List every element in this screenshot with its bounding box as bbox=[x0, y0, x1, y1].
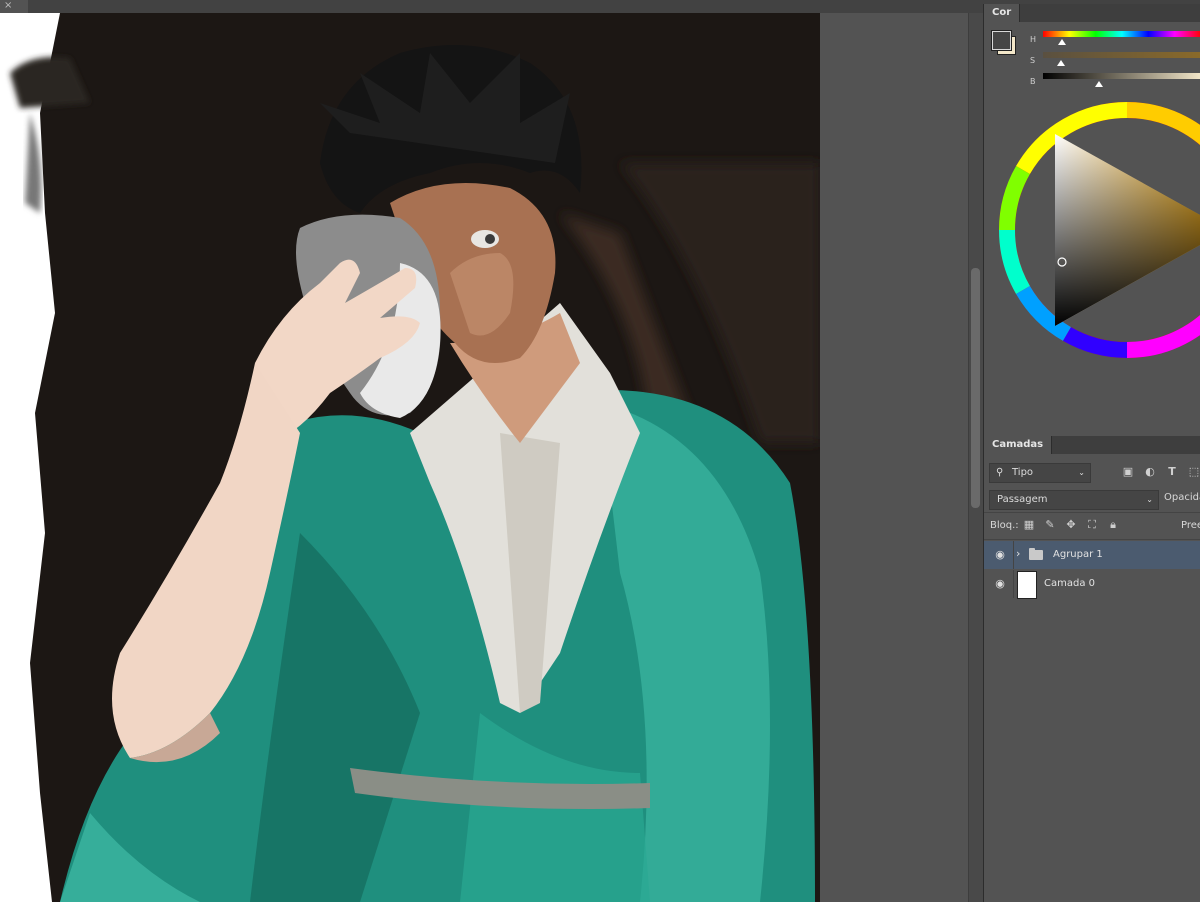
lock-all-icon[interactable]: 🔒︎ bbox=[1106, 518, 1120, 532]
visibility-eye-icon[interactable]: ◉ bbox=[993, 548, 1007, 562]
scrollbar-thumb[interactable] bbox=[971, 268, 980, 508]
hue-slider[interactable] bbox=[1043, 31, 1200, 37]
search-icon: ⚲ bbox=[996, 467, 1004, 478]
saturation-slider[interactable] bbox=[1043, 52, 1200, 58]
slider-label-s: S bbox=[1030, 56, 1036, 65]
lock-image-pixels-icon[interactable]: ✎ bbox=[1043, 518, 1057, 532]
visibility-eye-icon[interactable]: ◉ bbox=[993, 577, 1007, 591]
layer-row-group[interactable]: ◉ › Agrupar 1 bbox=[984, 541, 1200, 569]
brightness-slider[interactable] bbox=[1043, 73, 1200, 79]
divider bbox=[1013, 570, 1014, 598]
image-filter-icon[interactable]: ▣ bbox=[1121, 465, 1135, 479]
slider-label-b: B bbox=[1030, 77, 1036, 86]
chevron-down-icon: ⌄ bbox=[1078, 468, 1085, 477]
blend-mode-dropdown[interactable]: Passagem ⌄ bbox=[989, 490, 1159, 510]
close-icon[interactable]: × bbox=[4, 0, 12, 12]
saturation-slider-thumb[interactable] bbox=[1057, 60, 1065, 66]
type-filter-icon[interactable]: T bbox=[1165, 465, 1179, 479]
brightness-slider-thumb[interactable] bbox=[1095, 81, 1103, 87]
chevron-right-icon[interactable]: › bbox=[1016, 547, 1020, 560]
color-panel-tabbar: Cor bbox=[984, 4, 1200, 22]
lock-artboard-icon[interactable]: ⛶ bbox=[1085, 518, 1099, 532]
painting-image bbox=[10, 13, 820, 902]
blend-mode-value: Passagem bbox=[997, 494, 1048, 505]
canvas-area[interactable] bbox=[0, 13, 968, 902]
hue-slider-thumb[interactable] bbox=[1058, 39, 1066, 45]
shape-filter-icon[interactable]: ⬚ bbox=[1187, 465, 1200, 479]
slider-label-h: H bbox=[1030, 35, 1037, 44]
lock-label: Bloq.: bbox=[990, 520, 1019, 531]
lock-position-icon[interactable]: ✥ bbox=[1064, 518, 1078, 532]
right-panel: Cor H S B Camadas ⚲ Tipo ⌄ ▣ ◐ T ⬚ Passa… bbox=[983, 4, 1200, 902]
document-tab[interactable]: × bbox=[0, 0, 28, 13]
tab-layers[interactable]: Camadas bbox=[984, 436, 1053, 454]
vertical-scrollbar[interactable] bbox=[968, 13, 983, 902]
folder-icon bbox=[1029, 548, 1043, 560]
foreground-color-swatch[interactable] bbox=[992, 31, 1011, 50]
opacity-label: Opacida bbox=[1164, 492, 1200, 503]
adjustment-filter-icon[interactable]: ◐ bbox=[1143, 465, 1157, 479]
divider bbox=[1013, 541, 1014, 569]
fill-label: Pree bbox=[1181, 520, 1200, 531]
layer-name: Agrupar 1 bbox=[1053, 549, 1103, 560]
lock-transparent-pixels-icon[interactable]: ▦ bbox=[1022, 518, 1036, 532]
layer-filter-dropdown[interactable]: ⚲ Tipo ⌄ bbox=[989, 463, 1091, 483]
canvas-artwork[interactable] bbox=[0, 13, 820, 902]
layer-row-layer[interactable]: ◉ Camada 0 bbox=[984, 570, 1200, 599]
color-wheel[interactable] bbox=[997, 100, 1200, 361]
tab-color[interactable]: Cor bbox=[984, 4, 1021, 22]
layers-panel-tabbar: Camadas bbox=[984, 436, 1200, 454]
layer-filter-label: Tipo bbox=[1012, 467, 1034, 478]
layer-thumbnail bbox=[1017, 571, 1037, 599]
lock-row: Bloq.: ▦ ✎ ✥ ⛶ 🔒︎ Pree bbox=[984, 512, 1200, 540]
layer-name: Camada 0 bbox=[1044, 578, 1095, 589]
chevron-down-icon: ⌄ bbox=[1146, 495, 1153, 504]
